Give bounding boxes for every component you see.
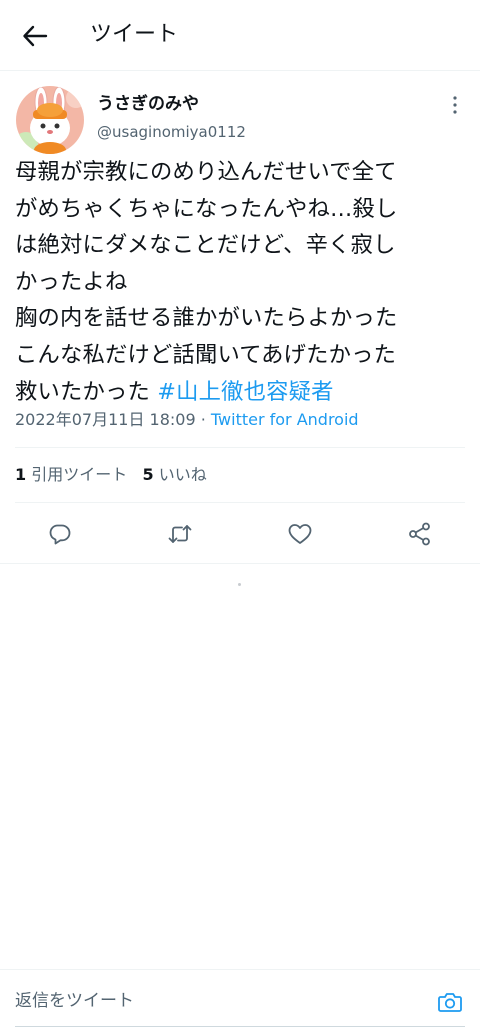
tweet-text-line-last: 救いたかった #山上徹也容疑者	[15, 374, 470, 411]
reply-input-underline	[15, 1026, 465, 1027]
share-icon	[409, 522, 430, 546]
reply-input[interactable]: 返信をツイート	[15, 989, 134, 1013]
camera-button[interactable]	[436, 988, 464, 1016]
tweet-text-line: こんな私だけど話聞いてあげたかった	[15, 341, 397, 368]
user-handle[interactable]: @usaginomiya0112	[97, 122, 246, 142]
like-button[interactable]	[287, 521, 313, 547]
divider	[15, 502, 465, 503]
tweet-text-line: は絶対にダメなことだけど、辛く寂し	[15, 232, 396, 259]
display-name[interactable]: うさぎのみや	[97, 93, 199, 115]
tweet-text: 母親が宗教にのめり込んだせいで全て がめちゃくちゃになったんやね…殺し は絶対に…	[15, 154, 470, 410]
avatar[interactable]	[16, 86, 84, 154]
quote-count: 1	[15, 465, 27, 484]
avatar-image	[16, 86, 84, 154]
heart-icon	[288, 524, 312, 544]
tweet-stats: 1 引用ツイート 5 いいね	[15, 463, 207, 487]
top-bar: ツイート	[0, 0, 480, 71]
quote-tweets-stat[interactable]: 1 引用ツイート	[15, 465, 127, 484]
meta-separator: ·	[195, 410, 211, 429]
tweet-actions	[0, 505, 480, 563]
share-button[interactable]	[407, 521, 433, 547]
tweet-timestamp[interactable]: 2022年07月11日 18:09	[15, 410, 196, 429]
more-vertical-icon	[453, 96, 457, 114]
comment-icon	[49, 524, 71, 545]
camera-icon	[438, 993, 462, 1012]
tweet-meta: 2022年07月11日 18:09 · Twitter for Android	[15, 409, 359, 431]
retweet-button[interactable]	[167, 521, 193, 547]
retweet-icon	[168, 525, 192, 543]
tweet-text-fragment: 救いたかった	[15, 378, 158, 405]
quote-label: 引用ツイート	[31, 465, 128, 484]
arrow-left-icon	[23, 25, 48, 47]
tweet-text-line: がめちゃくちゃになったんやね…殺し	[15, 195, 398, 222]
divider	[15, 447, 465, 448]
tweet-text-line: 胸の内を話せる誰かがいたらよかった	[15, 305, 398, 332]
divider	[0, 563, 480, 564]
like-count: 5	[142, 465, 154, 484]
loading-indicator	[238, 583, 241, 586]
page-title: ツイート	[90, 22, 179, 47]
hashtag-link[interactable]: #山上徹也容疑者	[157, 379, 333, 405]
reply-button[interactable]	[47, 521, 73, 547]
likes-stat[interactable]: 5 いいね	[143, 465, 207, 484]
back-button[interactable]	[20, 22, 50, 50]
reply-composer: 返信をツイート	[0, 969, 480, 1034]
likes-label: いいね	[158, 465, 207, 484]
more-options-button[interactable]	[446, 94, 464, 116]
tweet-text-line: かったよね	[15, 268, 128, 295]
tweet-source-link[interactable]: Twitter for Android	[211, 410, 359, 429]
tweet-text-line: 母親が宗教にのめり込んだせいで全て	[15, 159, 397, 185]
